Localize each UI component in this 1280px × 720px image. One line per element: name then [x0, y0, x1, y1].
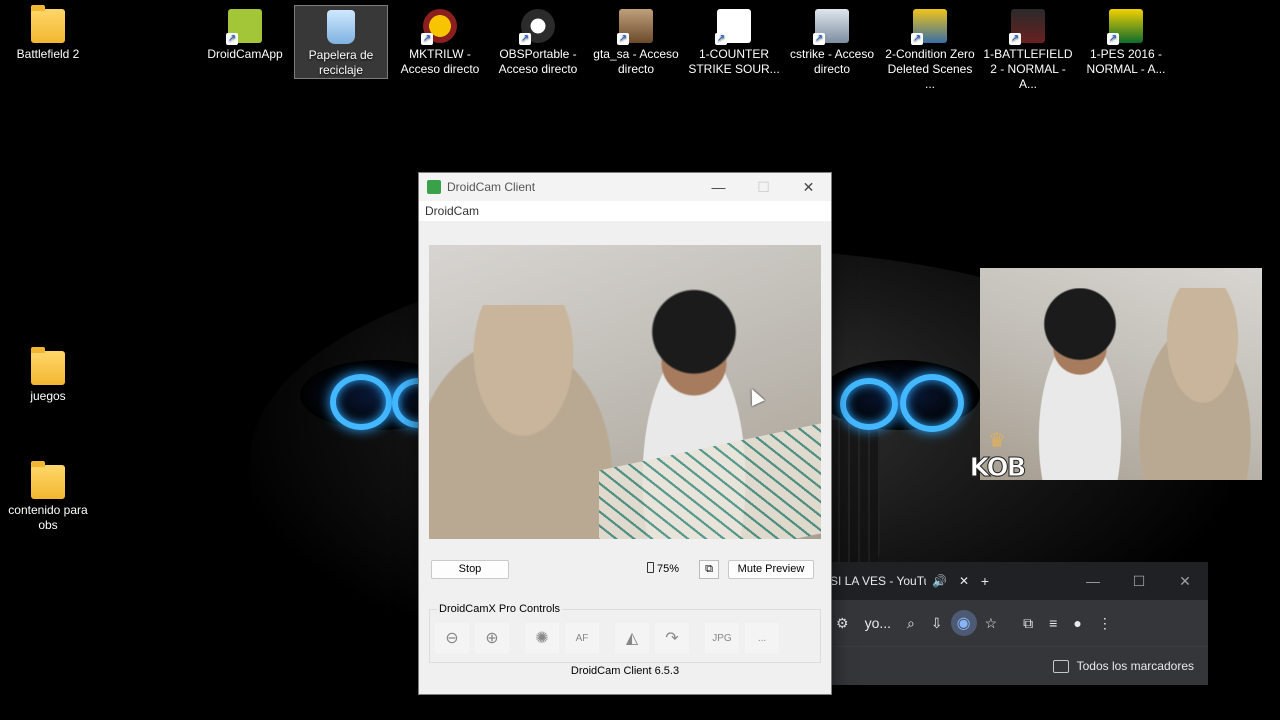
minimize-icon[interactable]: — — [1070, 573, 1116, 589]
counter-strike-icon — [715, 9, 751, 45]
crown-icon: ♛ — [988, 430, 1006, 452]
jpg-icon[interactable]: JPG — [705, 623, 739, 653]
desktop-icon-label: 1-PES 2016 - NORMAL - A... — [1086, 47, 1166, 76]
desktop-icon-label: Papelera de reciclaje — [308, 48, 374, 77]
close-window-icon[interactable]: ✕ — [1162, 573, 1208, 590]
droidcam-app-icon — [427, 180, 441, 194]
maximize-icon[interactable]: ☐ — [1116, 573, 1162, 590]
desktop-icon-label: Battlefield 2 — [16, 47, 80, 61]
desktop-icon-counter-strike-source[interactable]: 1-COUNTER STRIKE SOUR... — [688, 5, 780, 77]
more-icon[interactable]: ... — [745, 623, 779, 653]
title-bar[interactable]: DroidCam Client — ☐ ✕ — [419, 173, 831, 201]
recycle-bin-icon — [327, 10, 355, 44]
kob-logo: ♛ KOB — [968, 428, 1027, 498]
bookmark-star-icon[interactable]: ☆ — [985, 615, 998, 632]
desktop-icon-label: DroidCamApp — [207, 47, 283, 61]
speaker-icon[interactable]: 🔊 — [932, 574, 947, 588]
close-icon[interactable]: ✕ — [786, 173, 831, 201]
mirror-icon[interactable]: ◭ — [615, 623, 649, 653]
desktop-icon-label: 2-Condition Zero Deleted Scenes ... — [885, 47, 975, 91]
desktop-icon-contenido-para-obs[interactable]: contenido para obs — [2, 461, 94, 533]
desktop-icon-cstrike[interactable]: cstrike - Acceso directo — [786, 5, 878, 77]
folder-icon — [31, 461, 65, 499]
desktop-icon-gta-sa[interactable]: gta_sa - Acceso directo — [590, 5, 682, 77]
desktop-icon-label: OBSPortable - Acceso directo — [498, 47, 578, 76]
droidcam-window[interactable]: DroidCam Client — ☐ ✕ DroidCam Stop 75% … — [418, 172, 832, 695]
desktop-icon-recycle-bin[interactable]: Papelera de reciclaje — [294, 5, 388, 79]
desktop-icon-label: contenido para obs — [8, 503, 88, 532]
desktop-icon-battlefield2-shortcut[interactable]: 1-BATTLEFIELD 2 - NORMAL - A... — [982, 5, 1074, 92]
desktop-icon-label: cstrike - Acceso directo — [789, 47, 875, 76]
zoom-in-icon[interactable]: ⊕ — [475, 623, 509, 653]
lens-icon[interactable]: ◉ — [950, 610, 977, 636]
media-control-icon[interactable]: ≡ — [1049, 615, 1057, 631]
profile-icon[interactable]: ● — [1073, 615, 1081, 631]
autofocus-icon[interactable]: AF — [565, 623, 599, 653]
desktop-icon-label: 1-BATTLEFIELD 2 - NORMAL - A... — [983, 47, 1073, 91]
desktop-icon-battlefield2[interactable]: Battlefield 2 — [2, 5, 94, 62]
desktop-icon-condition-zero[interactable]: 2-Condition Zero Deleted Scenes ... — [884, 5, 976, 92]
folder-icon — [31, 5, 65, 43]
menu-droidcam[interactable]: DroidCam — [419, 201, 831, 221]
condition-zero-icon — [911, 9, 947, 45]
battlefield-icon — [1009, 9, 1045, 45]
obs-icon — [519, 9, 555, 45]
right-headlight — [820, 360, 980, 432]
pro-controls-label: DroidCamX Pro Controls — [437, 603, 563, 615]
browser-tab[interactable]: SI LA VES - YouTub 🔊 ✕ — [830, 562, 970, 600]
folder-icon — [1052, 659, 1069, 673]
all-bookmarks-link[interactable]: Todos los marcadores — [1077, 659, 1194, 673]
version-label: DroidCam Client 6.5.3 — [570, 665, 680, 677]
desktop-icon-juegos[interactable]: juegos — [2, 347, 94, 404]
battery-icon — [647, 562, 654, 573]
camera-preview — [429, 245, 821, 539]
pro-controls-toolbar: ⊖ ⊕ ✺ AF ◭ ↷ JPG ... — [435, 623, 779, 653]
gta-icon — [617, 9, 653, 45]
light-icon[interactable]: ✺ — [525, 623, 559, 653]
desktop-icon-label: juegos — [30, 389, 66, 403]
pes-icon — [1107, 9, 1143, 45]
desktop-icon-mktrilw[interactable]: MKTRILW - Acceso directo — [394, 5, 486, 77]
window-title: DroidCam Client — [447, 180, 536, 194]
copy-icon[interactable]: ⧉ — [699, 560, 719, 579]
address-bar-row: ⚙ yo... ⌕ ⇩ ◉ ☆ ⧉ ≡ ● ⋮ — [830, 600, 1208, 646]
browser-window[interactable]: SI LA VES - YouTub 🔊 ✕ + — ☐ ✕ ⚙ yo... ⌕… — [830, 562, 1208, 685]
site-settings-icon[interactable]: ⚙ — [836, 615, 849, 632]
mortal-kombat-icon — [421, 9, 457, 45]
battery-percent: 75% — [657, 563, 680, 575]
tab-title: SI LA VES - YouTub — [830, 574, 926, 588]
address-text[interactable]: yo... — [865, 615, 891, 631]
install-app-icon[interactable]: ⇩ — [931, 615, 943, 632]
android-icon — [226, 9, 262, 45]
new-tab-icon[interactable]: + — [970, 573, 1000, 589]
desktop-icon-label: gta_sa - Acceso directo — [593, 47, 679, 76]
desktop-icon-label: MKTRILW - Acceso directo — [400, 47, 480, 76]
browser-tab-row: SI LA VES - YouTub 🔊 ✕ + — ☐ ✕ — [830, 562, 1208, 600]
zoom-out-icon[interactable]: ⊖ — [435, 623, 469, 653]
control-row: Stop 75% ⧉ Mute Preview — [431, 560, 821, 579]
folder-icon — [31, 347, 65, 385]
bookmarks-bar: Todos los marcadores — [830, 646, 1208, 685]
cstrike-icon — [813, 9, 849, 45]
battery-indicator: 75% — [647, 562, 679, 575]
close-tab-icon[interactable]: ✕ — [959, 574, 969, 588]
stop-button[interactable]: Stop — [431, 560, 509, 579]
minimize-icon[interactable]: — — [696, 173, 741, 201]
overlay-person-right — [1120, 288, 1262, 480]
mute-preview-button[interactable]: Mute Preview — [728, 560, 814, 579]
zoom-icon[interactable]: ⌕ — [907, 615, 915, 632]
extensions-icon[interactable]: ⧉ — [1023, 615, 1033, 632]
rotate-icon[interactable]: ↷ — [655, 623, 689, 653]
desktop-icon-droidcamapp[interactable]: DroidCamApp — [199, 5, 291, 62]
desktop-icon-pes2016[interactable]: 1-PES 2016 - NORMAL - A... — [1080, 5, 1172, 77]
logo-text: KOB — [969, 453, 1027, 484]
desktop-icon-obsportable[interactable]: OBSPortable - Acceso directo — [492, 5, 584, 77]
desktop-icon-label: 1-COUNTER STRIKE SOUR... — [688, 47, 780, 76]
maximize-icon: ☐ — [757, 178, 770, 195]
menu-kebab-icon[interactable]: ⋮ — [1098, 615, 1112, 632]
